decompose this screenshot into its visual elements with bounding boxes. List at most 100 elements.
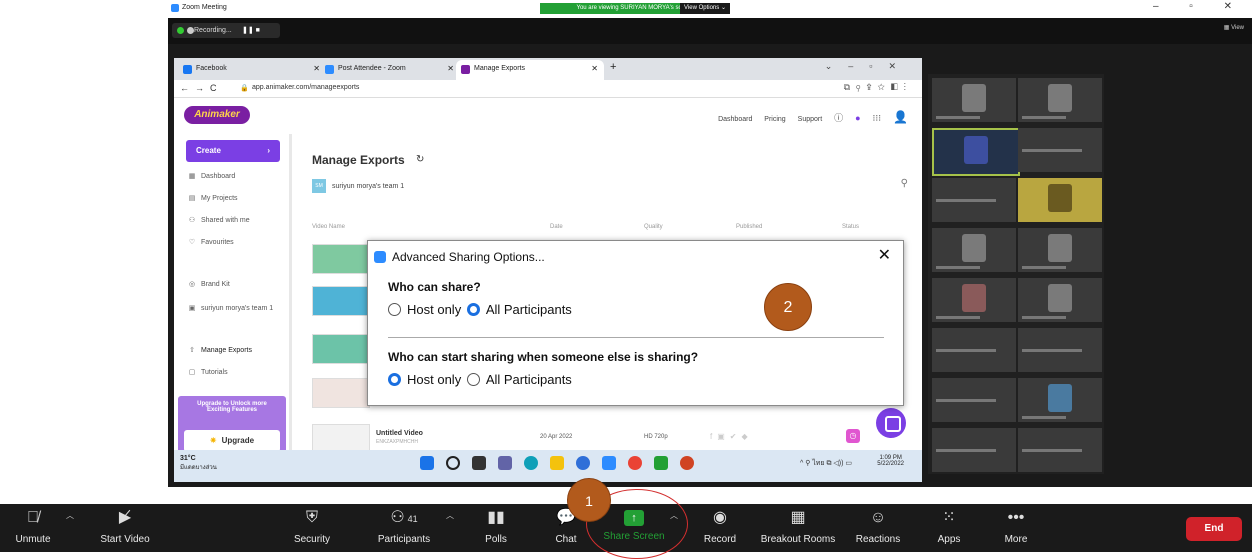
tab-manage-exports[interactable]: Manage Exports ✕ [456, 60, 604, 80]
upgrade-text: Upgrade to Unlock more Exciting Features [197, 401, 267, 413]
help-icon[interactable]: ⓘ [834, 113, 843, 123]
radio-button-selected[interactable] [466, 303, 480, 316]
powerpoint-icon[interactable] [679, 456, 694, 470]
upgrade-button[interactable]: ✷ Upgrade [184, 430, 280, 452]
video-thumbnail[interactable] [312, 286, 370, 316]
video-thumbnail[interactable] [312, 244, 370, 274]
notification-icon[interactable]: ● [855, 113, 860, 123]
recording-pause-stop-buttons[interactable]: ❚❚ ■ [242, 23, 260, 38]
breakout-rooms-button[interactable]: ▦ Breakout Rooms [756, 504, 840, 552]
weather-widget[interactable]: 31°C มีแดดบางส่วน [180, 455, 217, 472]
participant-tile[interactable] [1018, 278, 1102, 322]
participant-tile[interactable] [932, 78, 1016, 122]
browser-window-controls[interactable]: ⌄–▫✕ [825, 61, 912, 72]
video-thumbnail[interactable] [312, 378, 370, 408]
sidebar-item-shared[interactable]: ⚇ Shared with me [188, 216, 250, 224]
task-view-icon[interactable] [471, 456, 486, 470]
start-video-button[interactable]: ▶̸ Start Video [92, 504, 158, 552]
url-input[interactable]: app.animaker.com/manageexports [252, 84, 359, 91]
window-controls[interactable]: – ▫ ✕ [1153, 1, 1246, 12]
sidebar-item-team[interactable]: ▣ suriyun morya's team 1 [188, 304, 273, 312]
participants-button[interactable]: ⚇ 41 Participants [372, 504, 436, 552]
tab-post-attendee[interactable]: Post Attendee - Zoom ✕ [320, 60, 460, 80]
polls-label: Polls [485, 534, 507, 545]
participant-tile[interactable] [1018, 228, 1102, 272]
apps-grid-icon[interactable]: ⁝⁝⁝ [873, 113, 882, 123]
browser-toolbar-icons[interactable]: ⧉⚲⇪☆◧⋮ [844, 82, 912, 93]
system-tray[interactable]: ^ ⚲ ไทย ⧉ ◁)) ▭ [800, 458, 852, 469]
file-explorer-icon[interactable] [549, 456, 564, 470]
unmute-button[interactable]: 🎙̸ Unmute [8, 504, 58, 552]
edge-icon[interactable] [523, 456, 538, 470]
participant-tile[interactable] [932, 228, 1016, 272]
teams-icon[interactable] [497, 456, 512, 470]
view-button[interactable]: ▦ View [1224, 24, 1244, 31]
participant-tile[interactable] [932, 328, 1016, 372]
close-icon[interactable]: ✕ [878, 245, 891, 265]
participants-label: Participants [377, 534, 431, 545]
new-tab-button[interactable]: + [610, 61, 616, 73]
sidebar-item-dashboard[interactable]: ▦ Dashboard [188, 172, 236, 180]
line-icon[interactable] [653, 456, 668, 470]
participant-tile[interactable] [1018, 78, 1102, 122]
participant-tile[interactable] [1018, 128, 1102, 172]
nav-dashboard[interactable]: Dashboard [718, 116, 752, 123]
radio-host-only[interactable]: Host only [388, 302, 463, 317]
social-publish-icons[interactable]: f▣✔◆ [710, 432, 753, 441]
sidebar-item-favourites[interactable]: ♡ Favourites [188, 238, 234, 246]
participant-tile[interactable] [1018, 328, 1102, 372]
sidebar-item-brand-kit[interactable]: ◎ Brand Kit [188, 280, 230, 288]
nav-support[interactable]: Support [798, 116, 823, 123]
create-button[interactable]: Create › [186, 140, 280, 162]
participant-tile[interactable] [932, 428, 1016, 472]
search-icon[interactable]: ⚲ [901, 178, 908, 189]
radio-button-selected[interactable] [388, 373, 401, 386]
record-button[interactable]: ◉ Record [700, 504, 740, 552]
animaker-logo[interactable]: Animaker [184, 106, 250, 124]
chat-support-button[interactable] [876, 408, 906, 438]
sidebar-item-tutorials[interactable]: ▢ Tutorials [188, 368, 228, 376]
team-name[interactable]: suriyun morya's team 1 [332, 183, 404, 190]
apps-button[interactable]: ⁙ Apps [932, 504, 966, 552]
radio-button[interactable] [388, 303, 401, 316]
chrome-icon[interactable] [627, 456, 642, 470]
user-avatar-icon[interactable]: 👤 [893, 110, 908, 124]
radio-host-only[interactable]: Host only [388, 372, 463, 387]
status-clock-icon[interactable]: ◷ [846, 429, 860, 443]
audio-options-chevron-icon[interactable]: ︿ [66, 510, 74, 521]
view-options-button[interactable]: View Options ⌄ [680, 3, 730, 14]
participant-tile[interactable] [1018, 378, 1102, 422]
chrome-icon[interactable] [575, 456, 590, 470]
zoom-icon[interactable] [601, 456, 616, 470]
sidebar-item-my-projects[interactable]: ▤ My Projects [188, 194, 238, 202]
sidebar-item-manage-exports[interactable]: ⇧ Manage Exports [188, 346, 252, 354]
participant-tile[interactable] [1018, 428, 1102, 472]
radio-button[interactable] [466, 373, 480, 386]
polls-button[interactable]: ▮▮ Polls [478, 504, 514, 552]
zoom-logo-icon [171, 4, 179, 12]
radio-all-participants[interactable]: All Participants [466, 302, 574, 317]
nav-pricing[interactable]: Pricing [764, 116, 785, 123]
nav-buttons[interactable]: ←→C [180, 83, 223, 93]
clock[interactable]: 1:09 PM 5/22/2022 [877, 455, 904, 467]
close-icon[interactable]: ✕ [447, 60, 454, 78]
tab-facebook[interactable]: Facebook ✕ [178, 60, 326, 80]
participant-tile[interactable] [932, 378, 1016, 422]
participant-tile[interactable] [932, 178, 1016, 222]
refresh-icon[interactable]: ↻ [416, 154, 424, 165]
participant-tile[interactable] [932, 278, 1016, 322]
more-button[interactable]: ••• More [998, 504, 1034, 552]
video-thumbnail[interactable] [312, 334, 370, 364]
close-icon[interactable]: ✕ [591, 60, 598, 78]
close-icon[interactable]: ✕ [313, 60, 320, 78]
participants-chevron-icon[interactable]: ︿ [446, 510, 454, 521]
end-meeting-button[interactable]: End [1186, 517, 1242, 541]
radio-all-participants[interactable]: All Participants [466, 372, 574, 387]
participant-tile[interactable] [1018, 178, 1102, 222]
participant-tile[interactable] [932, 128, 1020, 176]
security-button[interactable]: ⛨ Security [286, 504, 338, 552]
search-icon[interactable] [445, 456, 460, 470]
video-name[interactable]: Untitled Video [376, 430, 423, 437]
reactions-button[interactable]: ☺ Reactions [852, 504, 904, 552]
windows-start-icon[interactable] [420, 456, 434, 470]
